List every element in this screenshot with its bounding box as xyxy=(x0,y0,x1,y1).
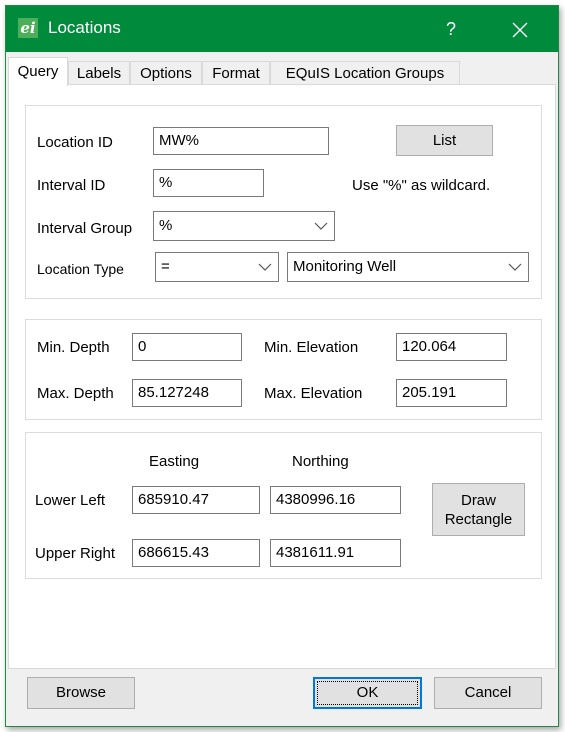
query-group: Location ID MW% List Interval ID % Use "… xyxy=(25,105,542,299)
ei-app-icon: ei xyxy=(18,18,38,38)
interval-id-label: Interval ID xyxy=(37,177,106,194)
location-type-dropdown[interactable]: Monitoring Well xyxy=(287,252,529,282)
tab-format[interactable]: Format xyxy=(202,61,270,85)
tab-query[interactable]: Query xyxy=(8,57,68,86)
interval-group-label: Interval Group xyxy=(37,220,133,237)
upper-right-northing-input[interactable]: 4381611.91 xyxy=(270,539,401,567)
chevron-down-icon xyxy=(258,263,272,271)
max-depth-label: Max. Depth xyxy=(37,385,114,402)
location-type-operator-value: = xyxy=(161,258,170,275)
cancel-button[interactable]: Cancel xyxy=(434,677,542,709)
upper-right-label: Upper Right xyxy=(35,545,116,562)
title-bar: ei Locations ? xyxy=(6,6,558,52)
location-type-value: Monitoring Well xyxy=(293,258,397,275)
tab-options[interactable]: Options xyxy=(130,61,202,85)
easting-header: Easting xyxy=(149,453,200,470)
location-type-label: Location Type xyxy=(37,261,124,277)
max-elevation-label: Max. Elevation xyxy=(264,385,363,402)
upper-right-easting-input[interactable]: 686615.43 xyxy=(132,539,260,567)
draw-rectangle-label-line2: Rectangle xyxy=(444,511,513,528)
northing-header: Northing xyxy=(292,453,349,470)
locations-dialog: ei Locations ? Query Labels Options Form… xyxy=(5,5,559,727)
extent-group: Easting Northing Lower Left 685910.47 43… xyxy=(25,432,542,579)
chevron-down-icon xyxy=(508,263,522,271)
min-depth-label: Min. Depth xyxy=(37,339,110,356)
wildcard-hint: Use "%" as wildcard. xyxy=(352,177,491,194)
help-button[interactable]: ? xyxy=(438,16,464,42)
depth-elevation-group: Min. Depth 0 Min. Elevation 120.064 Max.… xyxy=(25,319,542,420)
draw-rectangle-label-line1: Draw xyxy=(460,492,496,509)
list-button[interactable]: List xyxy=(396,125,493,156)
interval-group-value: % xyxy=(159,217,173,234)
lower-left-northing-input[interactable]: 4380996.16 xyxy=(270,486,401,514)
location-id-input[interactable]: MW% xyxy=(153,127,329,155)
draw-rectangle-button[interactable]: Draw Rectangle xyxy=(432,483,525,536)
close-icon xyxy=(512,22,528,38)
interval-group-dropdown[interactable]: % xyxy=(153,211,335,241)
tab-labels[interactable]: Labels xyxy=(68,61,130,85)
close-button[interactable] xyxy=(506,16,534,44)
min-elevation-input[interactable]: 120.064 xyxy=(396,333,507,361)
query-tab-page: Location ID MW% List Interval ID % Use "… xyxy=(8,84,556,669)
ok-button[interactable]: OK xyxy=(313,677,422,709)
max-elevation-input[interactable]: 205.191 xyxy=(396,379,507,407)
tab-equis-location-groups[interactable]: EQuIS Location Groups xyxy=(270,61,460,85)
focus-rectangle xyxy=(317,681,418,705)
max-depth-input[interactable]: 85.127248 xyxy=(132,379,242,407)
lower-left-easting-input[interactable]: 685910.47 xyxy=(132,486,260,514)
browse-button[interactable]: Browse xyxy=(27,677,135,709)
window-title: Locations xyxy=(48,18,121,37)
interval-id-input[interactable]: % xyxy=(153,169,264,197)
location-id-label: Location ID xyxy=(37,134,113,151)
chevron-down-icon xyxy=(314,222,328,230)
min-depth-input[interactable]: 0 xyxy=(132,333,242,361)
min-elevation-label: Min. Elevation xyxy=(264,339,359,356)
lower-left-label: Lower Left xyxy=(35,492,106,509)
location-type-operator-dropdown[interactable]: = xyxy=(155,252,279,282)
